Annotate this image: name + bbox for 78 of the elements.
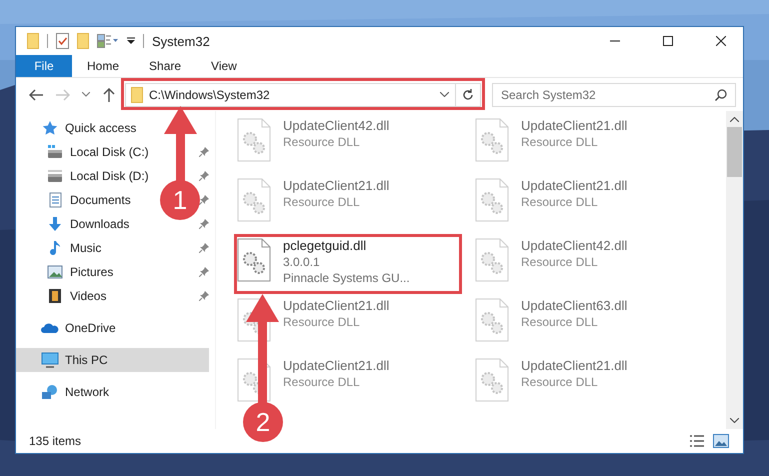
monitor-icon [41,352,59,368]
nav-item[interactable]: Local Disk (C:) [16,140,155,164]
file-name: pclegetguid.dll [283,238,368,254]
file-name: UpdateClient21.dll [521,178,628,194]
file-detail: Resource DLL [283,374,361,390]
file-detail: Resource DLL [283,194,361,210]
file-detail: Pinnacle Systems GU... [283,270,410,286]
file-name: UpdateClient21.dll [283,358,390,374]
file-name: UpdateClient21.dll [283,298,390,314]
network-icon [41,384,59,400]
film-icon [47,288,63,304]
nav-item[interactable]: This PC [16,348,209,372]
ribbon-tab[interactable]: Home [72,55,134,77]
caret-icon[interactable] [127,37,135,45]
chevron-down-icon[interactable] [82,92,90,97]
ribbon-tab[interactable]: Share [134,55,196,77]
file-detail: 3.0.0.1 [283,254,321,270]
large-icons-view-icon[interactable] [713,434,729,448]
file-name: UpdateClient63.dll [521,298,628,314]
file-detail: Resource DLL [521,314,599,330]
item-count: 135 items [29,434,82,448]
nav-item[interactable]: Network [16,380,116,404]
drive-icon [47,144,63,160]
nav-item[interactable]: Local Disk (D:) [16,164,155,188]
scroll-thumb[interactable] [727,127,742,177]
details-view-icon[interactable] [689,434,705,448]
file-detail: Resource DLL [283,314,361,330]
music-note-icon [47,240,63,256]
download-icon [47,216,63,232]
nav-item[interactable]: Downloads [16,212,136,236]
nav-item[interactable]: Pictures [16,260,120,284]
pin-icon[interactable] [199,219,209,229]
file-gear-icon[interactable] [237,238,271,282]
refresh-icon[interactable] [462,88,474,100]
pin-icon[interactable] [199,147,209,157]
address-bar[interactable]: C:\Windows\System32 [125,82,481,106]
file-detail: Resource DLL [521,194,599,210]
file-detail: Resource DLL [283,134,361,150]
nav-item[interactable]: Documents [16,188,137,212]
file-name: UpdateClient42.dll [283,118,390,134]
chevron-up-icon[interactable] [730,117,739,122]
file-detail: Resource DLL [521,254,599,270]
checklist-icon[interactable] [56,33,69,49]
file-tab[interactable]: File [16,55,72,77]
window-title: System32 [152,34,210,48]
search-icon[interactable] [715,88,727,100]
file-detail: Resource DLL [521,134,599,150]
maximize-icon [662,36,672,46]
nav-item[interactable]: Videos [16,284,112,308]
minimize-icon [610,40,620,42]
scrollbar[interactable] [726,111,743,429]
chevron-down-icon[interactable] [730,418,739,423]
nav-item[interactable]: Music [16,236,108,260]
pin-icon[interactable] [199,171,209,181]
pin-icon[interactable] [199,243,209,253]
properties-icon[interactable] [97,34,119,48]
pin-icon[interactable] [199,291,209,301]
document-icon [47,192,63,208]
ribbon-tab[interactable]: View [196,55,252,77]
up-arrow-icon[interactable] [103,88,115,102]
picture-icon [47,264,63,280]
pin-icon[interactable] [199,195,209,205]
back-arrow-icon[interactable] [29,88,43,100]
file-name: UpdateClient21.dll [283,178,390,194]
file-name: UpdateClient42.dll [521,238,628,254]
address-path: C:\Windows\System32 [149,88,271,102]
file-name: UpdateClient21.dll [521,118,628,134]
star-icon [41,120,59,136]
chevron-down-icon[interactable] [440,92,449,97]
file-name: UpdateClient21.dll [521,358,628,374]
nav-item[interactable]: Quick access [16,116,142,140]
drive-icon [47,168,63,184]
close-icon [716,36,726,46]
search-field[interactable]: Search System32 [492,82,736,106]
pin-icon[interactable] [199,267,209,277]
file-detail: Resource DLL [521,374,599,390]
nav-item[interactable]: OneDrive [16,316,122,340]
folder-icon [131,86,143,102]
